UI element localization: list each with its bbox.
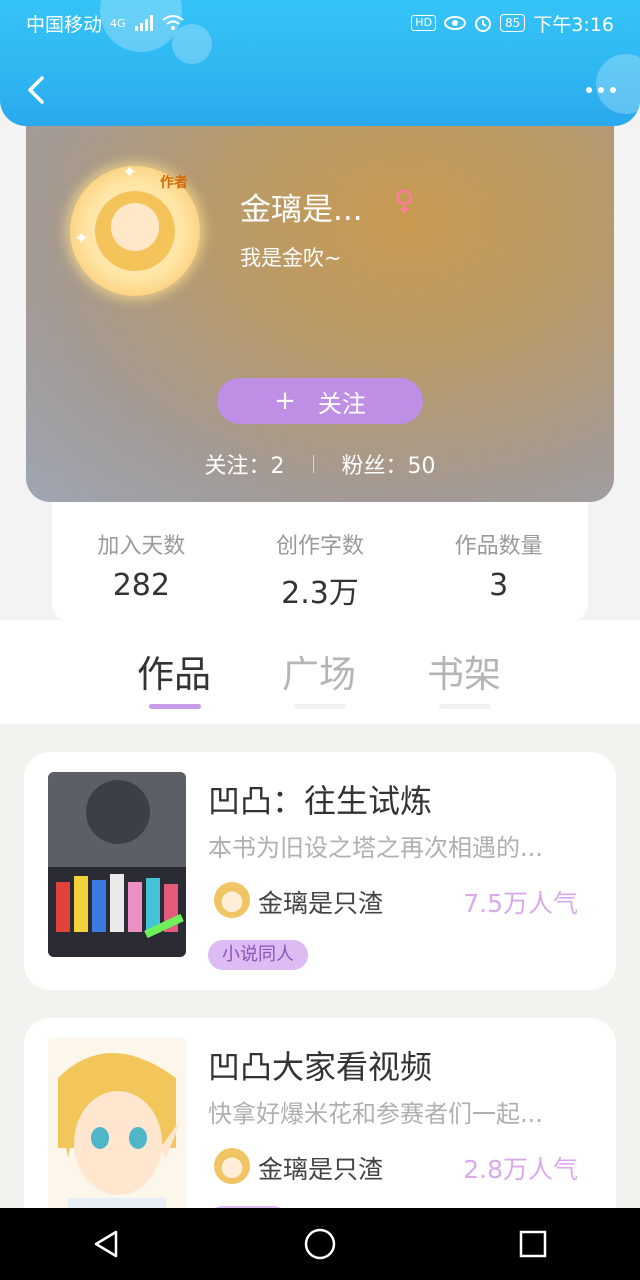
stat-label: 作品数量 <box>454 534 543 559</box>
work-desc: 本书为旧设之塔之再次相遇的... <box>208 834 543 862</box>
author-name: 金璃是... <box>240 192 363 228</box>
stat-label: 创作字数 <box>275 534 364 559</box>
time-label: 下午3:16 <box>533 13 614 36</box>
tab-indicator <box>294 704 346 709</box>
work-desc: 快拿好爆米花和参赛者们一起... <box>208 1100 543 1128</box>
stat-value: 2.3万 <box>281 576 359 611</box>
nav-back-button[interactable] <box>77 1214 137 1274</box>
work-tag: 小说同人 <box>208 940 308 970</box>
network-label: 4G <box>110 16 126 30</box>
more-icon <box>586 87 592 93</box>
tab-works[interactable]: 作品 <box>114 644 234 698</box>
battery-level: 85 <box>500 14 526 32</box>
author-avatar[interactable]: 作者 ✦ ✦ <box>70 162 200 296</box>
nav-back-icon <box>94 1230 117 1258</box>
more-button[interactable] <box>586 80 622 100</box>
following-count[interactable]: 关注：2 <box>205 448 285 480</box>
work-popularity: 7.5万人气 <box>463 889 578 918</box>
signal-icon <box>134 15 153 31</box>
status-bar: 中国移动 4G HD 85 下午3:16 <box>26 8 614 38</box>
stat-word-count: 创作字数 2.3万 <box>245 528 395 624</box>
tab-bookshelf[interactable]: 书架 <box>404 644 524 698</box>
author-mini-avatar <box>212 1146 252 1186</box>
female-icon: ♀ <box>394 184 415 217</box>
nav-home-button[interactable] <box>290 1214 350 1274</box>
stat-join-days: 加入天数 282 <box>66 528 216 624</box>
hd-badge: HD <box>411 15 437 31</box>
works-list: 凹凸：往生试炼 本书为旧设之塔之再次相遇的... 金璃是只渣 7.5万人气 小说… <box>0 724 640 1208</box>
work-cover <box>48 772 186 957</box>
stat-value: 3 <box>489 568 509 603</box>
author-mini-avatar <box>212 880 252 920</box>
follow-label: 关注 <box>317 389 366 418</box>
profile-card: 作者 ✦ ✦ 金璃是... ♀ 我是金吹~ + 关注 关注：2 粉丝：50 <box>26 100 614 502</box>
plus-icon: + <box>274 386 296 416</box>
carrier-label: 中国移动 <box>26 13 103 36</box>
follow-counts: 关注：2 粉丝：50 <box>26 448 614 480</box>
nav-recent-button[interactable] <box>503 1214 563 1274</box>
sparkle-icon: ✦ <box>74 228 90 249</box>
author-badge: 作者 <box>160 175 188 191</box>
stat-label: 加入天数 <box>97 534 186 559</box>
back-icon <box>28 76 44 104</box>
tab-indicator <box>439 704 491 709</box>
cover-image <box>48 1038 186 1208</box>
work-popularity: 2.8万人气 <box>463 1155 578 1184</box>
stat-work-count: 作品数量 3 <box>424 528 574 624</box>
system-nav-bar <box>0 1208 640 1280</box>
work-card[interactable]: 凹凸：往生试炼 本书为旧设之塔之再次相遇的... 金璃是只渣 7.5万人气 小说… <box>24 752 616 990</box>
author-bio: 我是金吹~ <box>240 246 342 270</box>
work-cover <box>48 1038 186 1208</box>
nav-recent-icon <box>520 1230 547 1258</box>
tab-bar: 作品 广场 书架 <box>0 620 640 724</box>
nav-home-icon <box>304 1228 336 1260</box>
work-title: 凹凸：往生试炼 <box>208 782 433 820</box>
divider <box>312 455 314 473</box>
wifi-icon <box>161 15 184 30</box>
work-author: 金璃是只渣 <box>258 1155 384 1184</box>
avatar-image <box>95 191 175 271</box>
back-button[interactable] <box>22 74 54 106</box>
fans-count[interactable]: 粉丝：50 <box>342 448 436 480</box>
cover-image <box>48 772 186 957</box>
follow-button[interactable]: + 关注 <box>217 378 423 424</box>
work-card[interactable]: 凹凸大家看视频 快拿好爆米花和参赛者们一起... 金璃是只渣 2.8万人气 <box>24 1018 616 1208</box>
top-header: 中国移动 4G HD 85 下午3:16 <box>0 0 640 126</box>
eye-icon <box>444 16 467 30</box>
stat-value: 282 <box>112 568 170 603</box>
alarm-icon <box>475 16 492 32</box>
tab-indicator-active <box>149 704 201 709</box>
sparkle-icon: ✦ <box>122 162 138 183</box>
work-author: 金璃是只渣 <box>258 889 384 918</box>
tab-square[interactable]: 广场 <box>259 644 379 698</box>
work-title: 凹凸大家看视频 <box>208 1048 433 1086</box>
